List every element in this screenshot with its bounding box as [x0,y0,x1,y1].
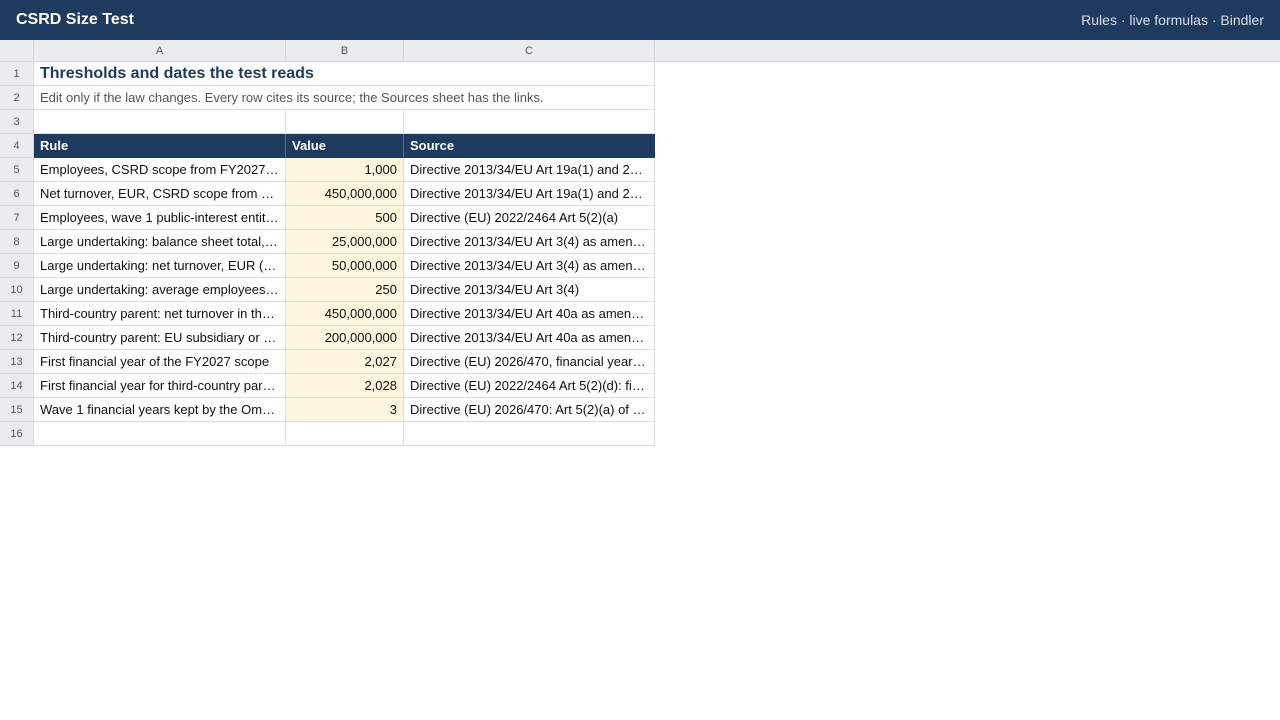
source-cell[interactable]: Directive 2013/34/EU Art 19a(1) and 29a… [404,182,655,206]
row-number[interactable]: 2 [0,86,34,110]
header-value[interactable]: Value [286,134,404,158]
source-cell[interactable]: Directive (EU) 2026/470: Art 5(2)(a) of … [404,398,655,422]
app-title: CSRD Size Test [16,11,134,28]
value-cell[interactable]: 2,028 [286,374,404,398]
value-cell[interactable]: 50,000,000 [286,254,404,278]
table-row: 10 Large undertaking: average employees … [0,278,655,302]
table-row: 14 First financial year for third-countr… [0,374,655,398]
row-number[interactable]: 6 [0,182,34,206]
cell-empty[interactable] [286,422,404,446]
table-row: 6 Net turnover, EUR, CSRD scope from F… … [0,182,655,206]
source-cell[interactable]: Directive (EU) 2026/470, financial years… [404,350,655,374]
value-cell[interactable]: 450,000,000 [286,182,404,206]
sheet-row: 16 [0,422,655,446]
table-row: 5 Employees, CSRD scope from FY2027 (… 1… [0,158,655,182]
sheet-row: 2 Edit only if the law changes. Every ro… [0,86,655,110]
header-rule[interactable]: Rule [34,134,286,158]
table-row: 7 Employees, wave 1 public-interest enti… [0,206,655,230]
rule-cell[interactable]: Wave 1 financial years kept by the Omni… [34,398,286,422]
source-cell[interactable]: Directive (EU) 2022/2464 Art 5(2)(d): fi… [404,374,655,398]
table-row: 12 Third-country parent: EU subsidiary o… [0,326,655,350]
row-number[interactable]: 5 [0,158,34,182]
row-number[interactable]: 4 [0,134,34,158]
row-number[interactable]: 8 [0,230,34,254]
source-cell[interactable]: Directive (EU) 2022/2464 Art 5(2)(a) [404,206,655,230]
row-number[interactable]: 11 [0,302,34,326]
value-cell[interactable]: 500 [286,206,404,230]
table-row: 9 Large undertaking: net turnover, EUR (… [0,254,655,278]
cell-empty[interactable] [34,422,286,446]
row-number[interactable]: 15 [0,398,34,422]
sheet-title[interactable]: Thresholds and dates the test reads [34,62,320,86]
value-cell[interactable]: 1,000 [286,158,404,182]
value-cell[interactable]: 250 [286,278,404,302]
cell-empty[interactable] [34,110,286,134]
column-header-b[interactable]: B [286,40,404,62]
table-header-row: 4 Rule Value Source [0,134,655,158]
rule-cell[interactable]: Employees, wave 1 public-interest entiti… [34,206,286,230]
table-row: 15 Wave 1 financial years kept by the Om… [0,398,655,422]
rule-cell[interactable]: Third-country parent: net turnover in th… [34,302,286,326]
table-row: 13 First financial year of the FY2027 sc… [0,350,655,374]
rule-cell[interactable]: Third-country parent: EU subsidiary or b… [34,326,286,350]
row-number[interactable]: 10 [0,278,34,302]
rule-cell[interactable]: Large undertaking: balance sheet total, … [34,230,286,254]
header-source[interactable]: Source [404,134,655,158]
cell-empty[interactable] [404,422,655,446]
source-cell[interactable]: Directive 2013/34/EU Art 3(4) [404,278,655,302]
row-number[interactable]: 3 [0,110,34,134]
row-number[interactable]: 16 [0,422,34,446]
rule-cell[interactable]: Large undertaking: average employees (… [34,278,286,302]
source-cell[interactable]: Directive 2013/34/EU Art 40a as amend… [404,302,655,326]
source-cell[interactable]: Directive 2013/34/EU Art 3(4) as amend… [404,254,655,278]
rule-cell[interactable]: First financial year of the FY2027 scope [34,350,286,374]
row-number[interactable]: 1 [0,62,34,86]
header-info: Rules · live formulas · Bindler [1081,12,1264,28]
sheet-note[interactable]: Edit only if the law changes. Every row … [34,86,550,110]
column-header-c[interactable]: C [404,40,655,62]
row-number[interactable]: 12 [0,326,34,350]
row-number[interactable]: 13 [0,350,34,374]
value-cell[interactable]: 450,000,000 [286,302,404,326]
table-row: 11 Third-country parent: net turnover in… [0,302,655,326]
sheet-row: 1 Thresholds and dates the test reads [0,62,655,86]
rule-cell[interactable]: Net turnover, EUR, CSRD scope from F… [34,182,286,206]
value-cell[interactable]: 25,000,000 [286,230,404,254]
cell-empty[interactable] [286,110,404,134]
select-all-corner[interactable] [0,40,34,62]
table-row: 8 Large undertaking: balance sheet total… [0,230,655,254]
value-cell[interactable]: 200,000,000 [286,326,404,350]
row-number[interactable]: 9 [0,254,34,278]
rule-cell[interactable]: Large undertaking: net turnover, EUR (e… [34,254,286,278]
row-number[interactable]: 14 [0,374,34,398]
rule-cell[interactable]: Employees, CSRD scope from FY2027 (… [34,158,286,182]
source-cell[interactable]: Directive 2013/34/EU Art 19a(1) and 29a… [404,158,655,182]
rule-cell[interactable]: First financial year for third-country p… [34,374,286,398]
source-cell[interactable]: Directive 2013/34/EU Art 3(4) as amend… [404,230,655,254]
value-cell[interactable]: 3 [286,398,404,422]
sheet-row: 3 [0,110,655,134]
source-cell[interactable]: Directive 2013/34/EU Art 40a as amend… [404,326,655,350]
cell-empty[interactable] [404,110,655,134]
app-header: CSRD Size Test Rules · live formulas · B… [0,0,1280,40]
column-header-a[interactable]: A [34,40,286,62]
value-cell[interactable]: 2,027 [286,350,404,374]
row-number[interactable]: 7 [0,206,34,230]
